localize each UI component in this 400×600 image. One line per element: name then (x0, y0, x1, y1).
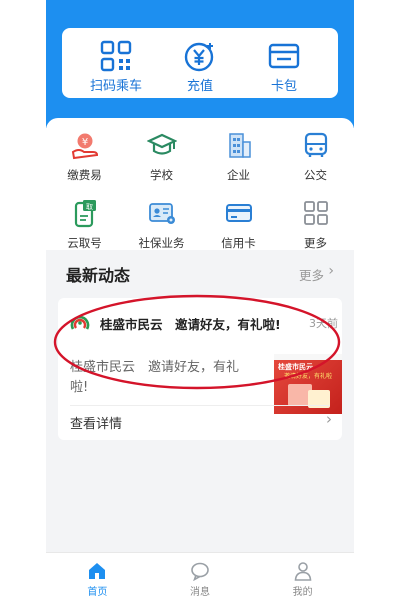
services-panel: ¥ 缴费易 学校 企业 公交 取 云取号 社保业务 信用卡 更多 (46, 118, 354, 250)
scan-ride-label: 扫码乘车 (89, 79, 142, 94)
news-more-link[interactable]: 更多 (299, 265, 324, 284)
id-card-icon (148, 203, 175, 224)
service-social-security[interactable]: 社保业务 (123, 196, 200, 256)
qr-scan-icon (100, 40, 132, 72)
service-more[interactable]: 更多 (277, 196, 354, 256)
user-icon (294, 562, 311, 581)
service-more-label: 更多 (304, 236, 327, 250)
svg-text:取: 取 (86, 203, 93, 211)
nav-home[interactable]: 首页 (62, 553, 132, 600)
service-social-security-label: 社保业务 (138, 236, 185, 250)
wallet-icon (268, 43, 300, 69)
thumbnail-subtitle: 邀请好友，有礼啦 (284, 373, 333, 380)
card-wallet-label: 卡包 (270, 79, 297, 94)
service-cloud-queue-label: 云取号 (67, 236, 102, 250)
service-cloud-queue[interactable]: 取 云取号 (46, 196, 123, 256)
credit-card-icon (225, 204, 252, 222)
service-bus-label: 公交 (304, 168, 327, 182)
chevron-right-icon[interactable]: › (328, 263, 334, 279)
chat-bubble-icon (191, 562, 209, 581)
quick-actions-card: 扫码乘车 充值 卡包 (62, 28, 338, 98)
payment-hand-icon: ¥ (71, 133, 98, 160)
graduation-cap-icon (146, 133, 177, 155)
svg-text:¥: ¥ (81, 137, 87, 148)
news-header: 最新动态 更多 › (46, 252, 354, 294)
bus-icon (304, 132, 327, 157)
nav-messages-label: 消息 (189, 587, 210, 598)
nav-profile[interactable]: 我的 (268, 553, 338, 600)
building-icon (228, 133, 251, 158)
news-source: 桂盛市民云 (100, 317, 163, 332)
service-enterprise[interactable]: 企业 (200, 128, 277, 188)
thumbnail-top-bar (274, 354, 342, 360)
queue-ticket-icon: 取 (74, 200, 96, 228)
service-payment-label: 缴费易 (67, 168, 102, 182)
news-source-headline: 桂盛市民云 邀请好友，有礼啦! (100, 314, 281, 333)
nav-home-label: 首页 (87, 587, 108, 598)
nav-messages[interactable]: 消息 (165, 553, 235, 600)
services-grid: ¥ 缴费易 学校 企业 公交 取 云取号 社保业务 信用卡 更多 (46, 128, 354, 256)
service-school-label: 学校 (150, 168, 173, 182)
news-headline: 邀请好友，有礼啦! (175, 317, 281, 332)
card-wallet-button[interactable]: 卡包 (248, 28, 320, 98)
divider (70, 405, 330, 406)
service-school[interactable]: 学校 (123, 128, 200, 188)
view-details-link[interactable]: 查看详情 (70, 413, 122, 432)
service-payment[interactable]: ¥ 缴费易 (46, 128, 123, 188)
news-item-card[interactable]: 桂盛市民云 邀请好友，有礼啦! 3天前 桂盛市民云 邀请好友，有礼啦! 桂盛市民… (58, 298, 342, 440)
home-icon (89, 563, 106, 579)
scan-ride-button[interactable]: 扫码乘车 (80, 28, 152, 98)
chevron-right-icon[interactable]: › (326, 410, 332, 428)
recharge-button[interactable]: 充值 (164, 28, 236, 98)
service-bus[interactable]: 公交 (277, 128, 354, 188)
yuan-coin-icon (184, 42, 214, 72)
app-screen: 扫码乘车 充值 卡包 ¥ 缴费易 学校 企业 公交 取 云取号 社保业务 信用卡… (46, 0, 354, 600)
service-credit-card-label: 信用卡 (221, 236, 256, 250)
nav-profile-label: 我的 (292, 587, 313, 598)
bottom-navigation: 首页 消息 我的 (46, 552, 354, 600)
news-body-text: 桂盛市民云 邀请好友，有礼啦! (70, 360, 240, 395)
service-credit-card[interactable]: 信用卡 (200, 196, 277, 256)
citizen-cloud-logo-icon (70, 315, 90, 330)
service-enterprise-label: 企业 (227, 168, 250, 182)
news-time: 3天前 (309, 317, 338, 330)
news-section-title: 最新动态 (66, 266, 131, 285)
recharge-label: 充值 (186, 79, 213, 94)
grid-more-icon (303, 201, 328, 225)
